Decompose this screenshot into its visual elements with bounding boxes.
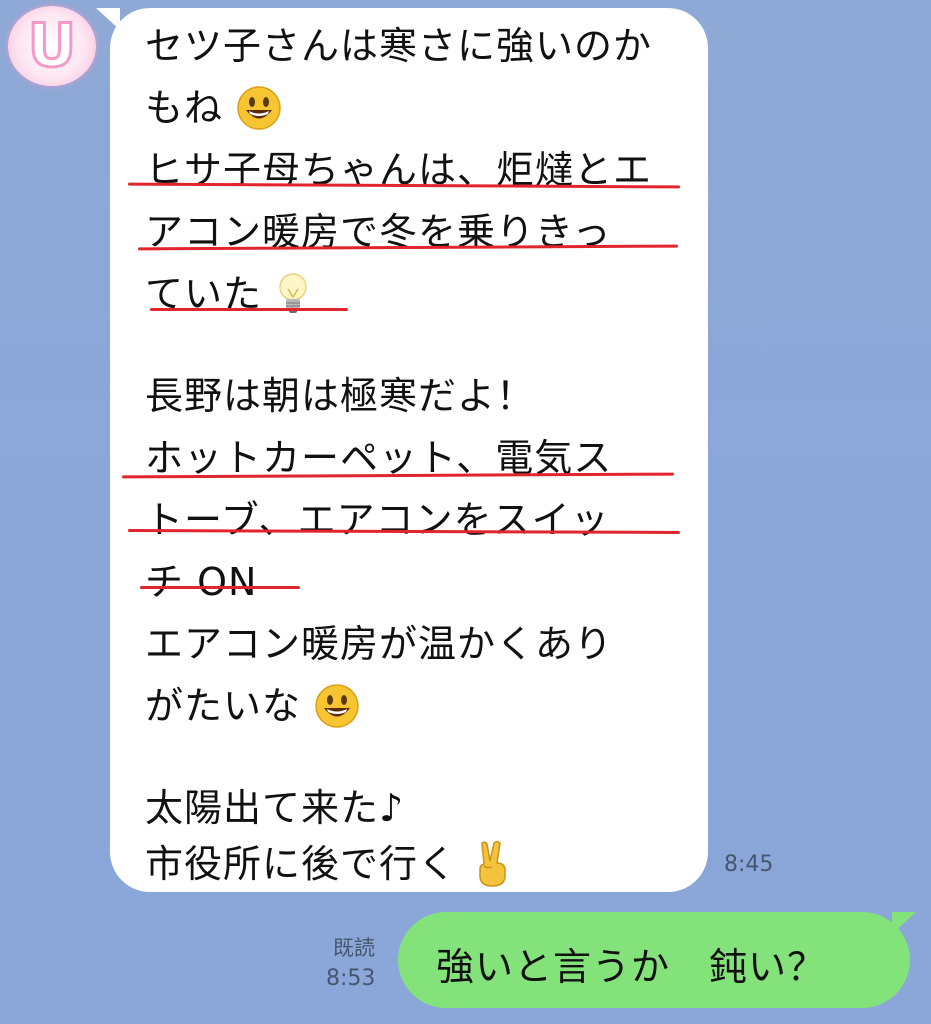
smiley-icon [237, 85, 281, 130]
message-line-text: 長野は朝は極寒だよ！ [145, 374, 536, 418]
chat-area: U セツ子さんは寒さに強いのか もね ヒサ子母ちゃんは、炬燵とエ アコン暖房で冬… [0, 0, 931, 1024]
message-line: 太陽出て来た♪ [145, 784, 404, 832]
smiley-icon [315, 683, 359, 728]
message-line-text: 太陽出て来た♪ [145, 786, 405, 830]
message-line: 長野は朝は極寒だよ！ [145, 372, 535, 420]
message-line: もね [145, 84, 282, 132]
message-line: チ ON [145, 558, 257, 606]
red-underline [140, 586, 300, 589]
message-line: 市役所に後で行く [145, 840, 514, 888]
incoming-timestamp: 8:45 [724, 852, 774, 877]
message-line-text: 市役所に後で行く [145, 842, 458, 886]
red-underline [150, 308, 348, 311]
message-line: トーブ、エアコンをスイッ [145, 496, 610, 544]
message-line-text: もね [145, 86, 224, 130]
outgoing-timestamp: 8:53 [326, 966, 376, 991]
avatar-letter: U [26, 11, 78, 81]
message-line: がたいな [145, 682, 360, 730]
message-line-text: がたいな [145, 684, 302, 728]
message-line-text: エアコン暖房が温かくあり [145, 622, 614, 666]
message-line-text: チ ON [145, 560, 258, 604]
avatar[interactable]: U [8, 6, 96, 86]
read-receipt: 既読 [333, 936, 375, 960]
message-line: エアコン暖房が温かくあり [145, 620, 613, 668]
outgoing-message-text: 強いと言うか 鈍い？ [436, 945, 827, 989]
message-line: セツ子さんは寒さに強いのか [145, 22, 652, 70]
message-line-text: トーブ、エアコンをスイッ [145, 498, 610, 542]
victory-hand-icon [479, 840, 506, 887]
message-line-text: セツ子さんは寒さに強いのか [145, 24, 653, 68]
